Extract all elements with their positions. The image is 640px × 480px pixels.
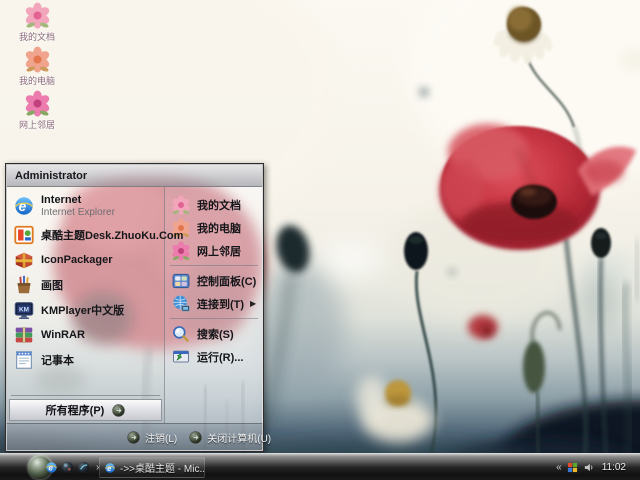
- shutdown-label: 关闭计算机(U): [207, 433, 272, 445]
- taskbar-window-button[interactable]: ->>桌酷主题 - Mic...: [99, 457, 205, 478]
- blossom-flower-icon: [171, 241, 191, 261]
- winrar-books-icon: [13, 324, 35, 346]
- run-icon: [171, 347, 191, 367]
- start-menu-item-zhuoku-theme[interactable]: 桌酷主题Desk.ZhuoKu.Com: [7, 222, 183, 247]
- zhuoku-theme-icon: [13, 224, 35, 246]
- control-panel-icon: [171, 271, 191, 291]
- start-menu-footer: 注销(L) 关闭计算机(U): [7, 423, 271, 450]
- windows-update-tray-icon[interactable]: [567, 462, 578, 473]
- internet-explorer-quicklaunch-icon[interactable]: [45, 461, 58, 474]
- all-programs-divider: [11, 395, 160, 396]
- all-programs-arrow-icon: [112, 404, 125, 417]
- volume-tray-icon[interactable]: [583, 462, 594, 473]
- system-tray: « 11:02: [556, 454, 626, 480]
- media-player-quicklaunch-icon[interactable]: [77, 461, 90, 474]
- desktop: 我的文档 我的电脑 网上邻居 Administrator Internet In…: [0, 0, 640, 480]
- desktop-icon-my-computer[interactable]: 我的电脑: [2, 46, 72, 87]
- menu-divider: [170, 265, 259, 266]
- menu-item-label: 运行(R)...: [197, 351, 244, 364]
- start-menu-item-paint[interactable]: 画图: [7, 272, 164, 297]
- desktop-icon-label: 我的文档: [18, 32, 55, 42]
- menu-item-label: KMPlayer中文版: [41, 304, 125, 317]
- start-menu-item-winrar[interactable]: WinRAR: [7, 322, 164, 347]
- search-icon: [171, 324, 191, 344]
- notepad-icon: [13, 349, 35, 371]
- all-programs-label: 所有程序(P): [45, 405, 105, 417]
- start-menu-item-internet[interactable]: Internet Internet Explorer: [7, 190, 164, 222]
- start-menu-item-notepad[interactable]: 记事本: [7, 347, 164, 372]
- internet-explorer-icon: [104, 462, 116, 474]
- show-desktop-quicklaunch-icon[interactable]: [61, 461, 74, 474]
- desktop-icon-label: 网上邻居: [18, 120, 55, 130]
- start-menu-programs-column: Internet Internet Explorer 桌酷主题Desk.Zhuo…: [7, 187, 183, 423]
- start-menu-item-kmplayer[interactable]: KMPlayer中文版: [7, 297, 164, 322]
- log-off-icon: [127, 431, 140, 444]
- taskbar: › ->>桌酷主题 - Mic... « 11:02: [0, 453, 640, 480]
- shutdown-icon: [189, 431, 202, 444]
- quick-launch-bar: ›: [45, 454, 99, 480]
- connect-to-icon: [171, 294, 191, 314]
- start-menu-item-connect-to[interactable]: 连接到(T) ▶: [165, 292, 263, 315]
- menu-item-label: 桌酷主题Desk.ZhuoKu.Com: [41, 229, 184, 242]
- menu-item-sublabel: Internet Explorer: [41, 206, 115, 218]
- start-menu-item-iconpackager[interactable]: IconPackager: [7, 247, 164, 272]
- menu-item-label: 控制面板(C): [197, 275, 257, 288]
- menu-item-label: 连接到(T): [197, 298, 245, 311]
- kmplayer-monitor-icon: [13, 299, 35, 321]
- pink-flower-icon: [171, 195, 191, 215]
- paint-brushes-icon: [13, 274, 35, 296]
- menu-item-label: 网上邻居: [197, 245, 241, 258]
- shutdown-button[interactable]: 关闭计算机(U): [189, 430, 271, 445]
- menu-item-label: 搜索(S): [197, 328, 234, 341]
- start-menu-user-banner: Administrator: [7, 165, 262, 187]
- start-menu-places-column: 我的文档 我的电脑 网上邻居 控制面板(C) 连接到(T) ▶ 搜索(S) 运行…: [164, 187, 264, 423]
- start-menu: Administrator Internet Internet Explorer…: [5, 163, 271, 452]
- taskbar-clock: 11:02: [601, 461, 626, 473]
- desktop-icon-network-places[interactable]: 网上邻居: [2, 90, 72, 131]
- blossom-flower-icon: [24, 90, 51, 117]
- all-programs-button[interactable]: 所有程序(P): [9, 399, 162, 421]
- start-menu-item-control-panel[interactable]: 控制面板(C): [165, 269, 263, 292]
- iconpackager-box-icon: [13, 249, 35, 271]
- menu-item-label: 我的电脑: [197, 222, 241, 235]
- menu-divider: [170, 318, 259, 319]
- menu-item-label: Internet: [41, 193, 82, 206]
- start-menu-item-run[interactable]: 运行(R)...: [165, 345, 263, 368]
- desktop-icon-label: 我的电脑: [18, 76, 55, 86]
- menu-item-label: 我的文档: [197, 199, 241, 212]
- tray-collapse-chevron[interactable]: «: [556, 462, 562, 473]
- submenu-arrow-icon: ▶: [250, 299, 257, 308]
- log-off-button[interactable]: 注销(L): [127, 430, 177, 445]
- menu-item-label: IconPackager: [41, 253, 113, 266]
- log-off-label: 注销(L): [145, 433, 178, 445]
- menu-item-label: 记事本: [41, 354, 74, 367]
- start-menu-item-my-documents[interactable]: 我的文档: [165, 193, 263, 216]
- menu-item-label: 画图: [41, 279, 63, 292]
- taskbar-window-title: ->>桌酷主题 - Mic...: [120, 464, 205, 475]
- pink-flower-icon: [24, 2, 51, 29]
- desktop-icon-column: 我的文档 我的电脑 网上邻居: [2, 2, 74, 134]
- user-name: Administrator: [15, 169, 88, 182]
- desktop-icon-my-documents[interactable]: 我的文档: [2, 2, 72, 43]
- internet-explorer-icon: [13, 195, 35, 217]
- menu-item-label: WinRAR: [41, 328, 85, 341]
- start-menu-item-search[interactable]: 搜索(S): [165, 322, 263, 345]
- rose-flower-icon: [24, 46, 51, 73]
